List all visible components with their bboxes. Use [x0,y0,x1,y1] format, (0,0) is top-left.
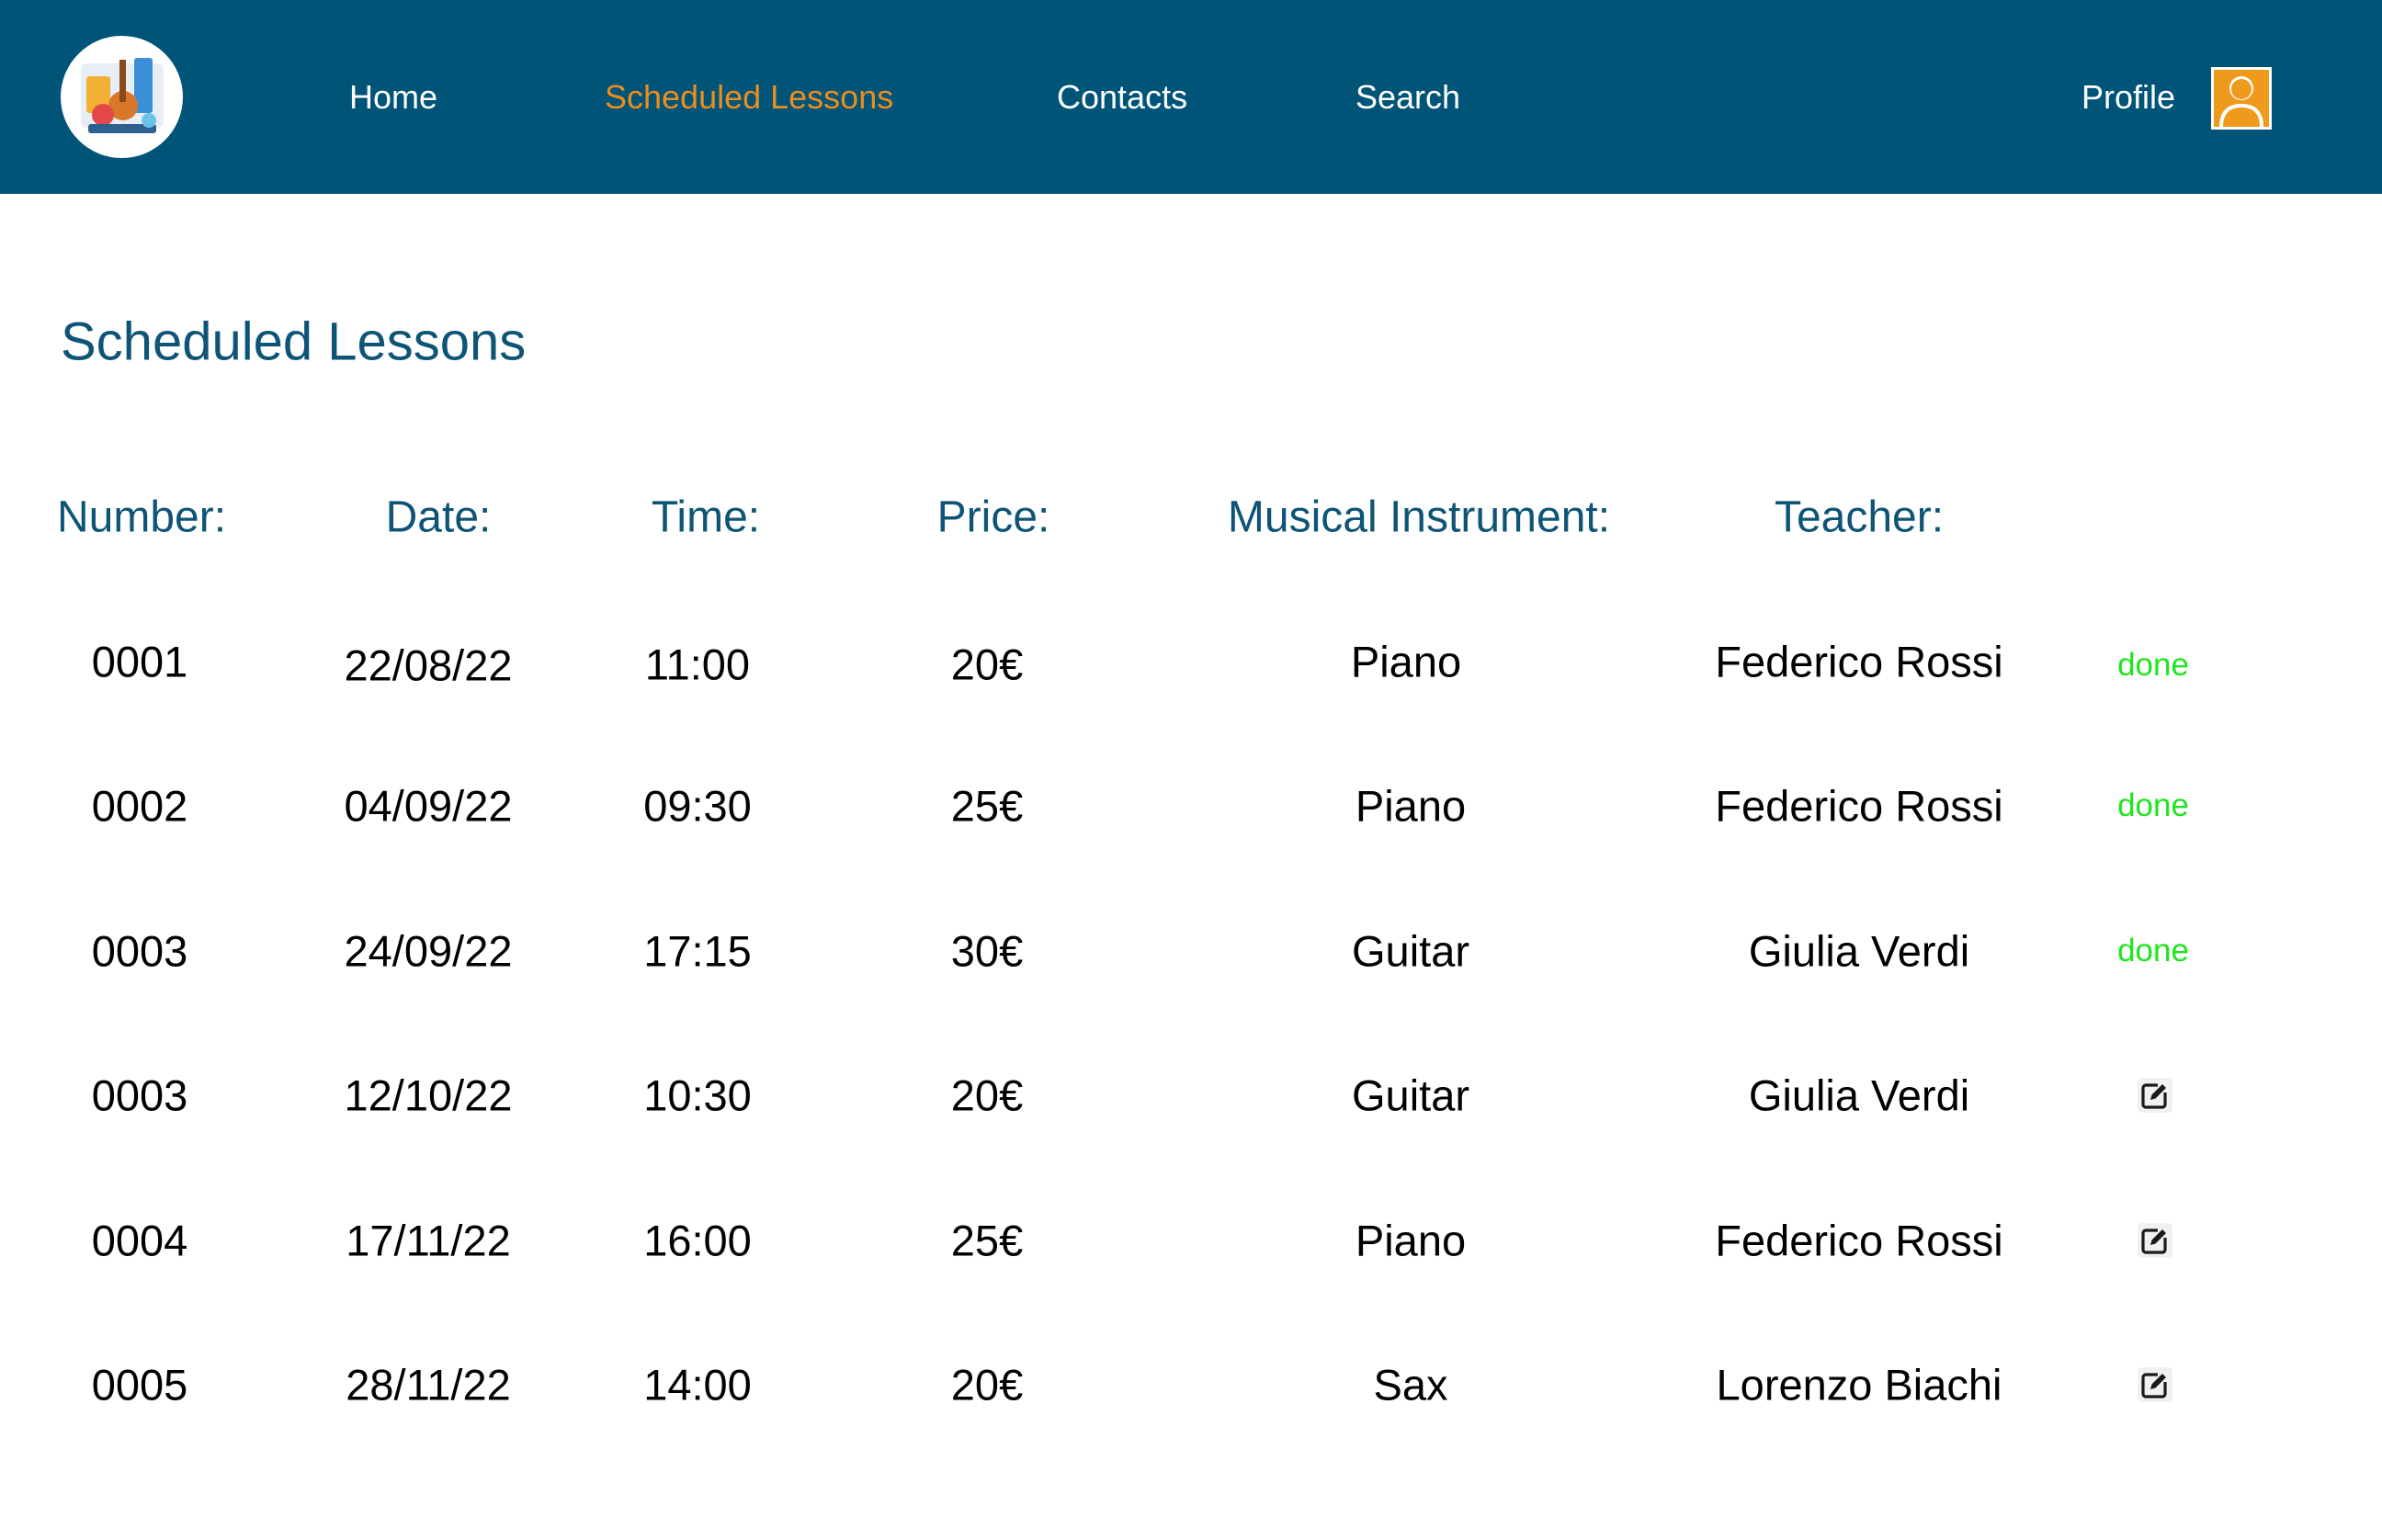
cell-instrument: Piano [1355,781,1467,831]
cell-teacher: Federico Rossi [1715,781,2003,831]
cell-instrument: Guitar [1352,926,1469,976]
column-header-number: Number: [56,493,227,542]
cell-instrument: Sax [1373,1360,1448,1410]
edit-icon[interactable] [2138,1223,2172,1258]
cell-time: 10:30 [643,1070,752,1120]
cell-time: 17:15 [643,926,752,976]
page: Home Scheduled Lessons Contacts Search P… [0,0,2382,1540]
cell-teacher: Giulia Verdi [1748,1070,1970,1120]
cell-teacher: Giulia Verdi [1748,926,1970,976]
status-done: done [2117,647,2189,683]
cell-date: 04/09/22 [344,781,513,831]
cell-price: 30€ [950,926,1024,976]
page-title: Scheduled Lessons [61,311,527,372]
cell-teacher: Federico Rossi [1715,1216,2003,1265]
cell-number: 0002 [91,781,188,831]
column-header-teacher: Teacher: [1774,493,1945,542]
cell-instrument: Guitar [1352,1070,1469,1120]
nav-link-search[interactable]: Search [1355,78,1460,117]
cell-teacher: Federico Rossi [1715,637,2003,686]
cell-date: 28/11/22 [346,1360,511,1410]
music-logo-icon[interactable] [61,36,183,158]
status-done: done [2117,787,2189,823]
top-navbar: Home Scheduled Lessons Contacts Search P… [0,0,2382,194]
nav-link-profile[interactable]: Profile [2081,78,2175,117]
cell-time: 09:30 [643,781,752,831]
column-header-price: Price: [936,493,1050,542]
cell-number: 0004 [91,1216,188,1265]
cell-time: 11:00 [644,640,751,689]
cell-number: 0001 [91,637,188,686]
cell-instrument: Piano [1350,637,1462,686]
cell-price: 20€ [950,1360,1024,1410]
user-avatar-icon[interactable] [2211,67,2272,130]
nav-link-home[interactable]: Home [349,78,437,117]
edit-icon[interactable] [2138,1367,2172,1402]
cell-price: 25€ [950,1216,1024,1265]
cell-date: 24/09/22 [344,926,513,976]
column-header-date: Date: [385,493,492,542]
column-header-time: Time: [651,493,761,542]
nav-link-contacts[interactable]: Contacts [1057,78,1187,117]
cell-date: 12/10/22 [344,1070,513,1120]
status-done: done [2117,933,2189,968]
cell-instrument: Piano [1355,1216,1467,1265]
nav-link-scheduled-lessons[interactable]: Scheduled Lessons [605,78,893,117]
cell-price: 20€ [950,1070,1024,1120]
cell-number: 0003 [91,1070,188,1120]
cell-price: 20€ [950,640,1024,689]
cell-teacher: Lorenzo Biachi [1716,1360,2002,1410]
cell-date: 17/11/22 [346,1216,511,1265]
cell-date: 22/08/22 [344,640,513,690]
column-header-instrument: Musical Instrument: [1227,493,1611,542]
cell-number: 0003 [91,926,188,976]
cell-time: 16:00 [643,1216,752,1265]
cell-time: 14:00 [643,1360,752,1410]
cell-price: 25€ [950,781,1024,831]
cell-number: 0005 [91,1360,188,1410]
edit-icon[interactable] [2138,1078,2172,1113]
